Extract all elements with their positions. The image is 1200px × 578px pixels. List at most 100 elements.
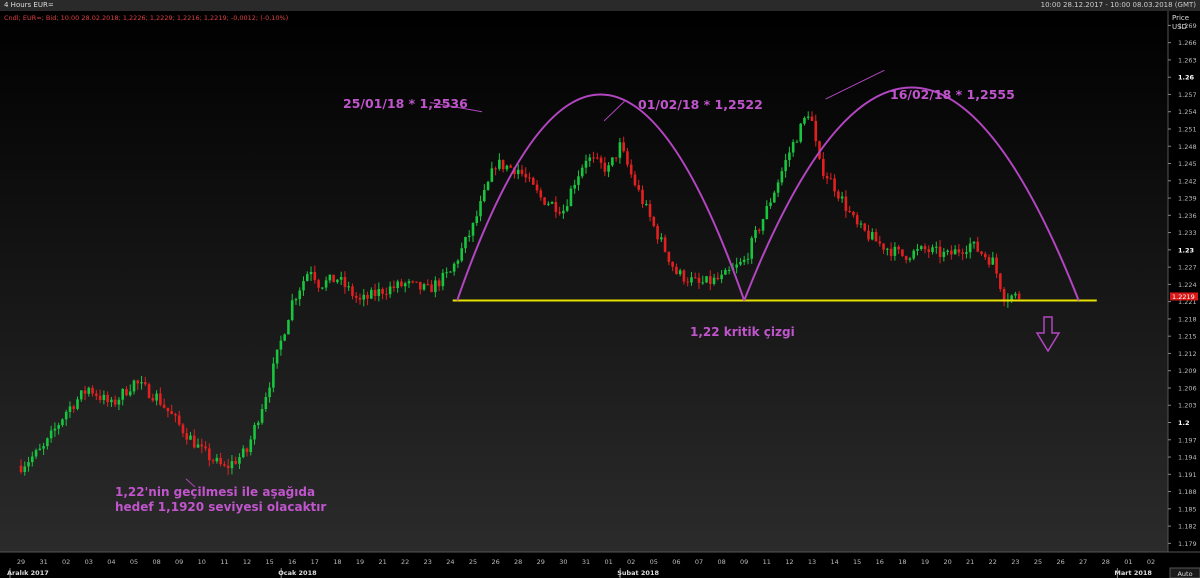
candle-body (897, 246, 900, 250)
price-tick-label: 1.215 (1178, 333, 1197, 341)
candle-body (678, 270, 682, 275)
candle-body (268, 387, 271, 398)
day-tick-label: 01 (1124, 558, 1132, 566)
candle-body (746, 258, 750, 260)
price-tick-label: 1.179 (1178, 540, 1197, 548)
candle-body (599, 157, 603, 163)
candle-body (882, 243, 885, 250)
day-tick-label: 14 (830, 558, 838, 566)
candle-body (418, 281, 422, 290)
candle-body (336, 279, 339, 283)
day-tick-label: 22 (401, 558, 409, 566)
candle-body (275, 349, 279, 364)
window-title: 4 Hours EUR= (4, 1, 54, 9)
candle-body (471, 222, 475, 236)
candle-body (377, 289, 381, 296)
price-tick-label: 1.2 (1178, 419, 1190, 427)
candle-body (486, 181, 490, 191)
candle-body (110, 399, 113, 403)
candle-body (411, 281, 415, 283)
price-tick-label: 1.224 (1178, 281, 1197, 289)
candle-body (177, 415, 181, 425)
candle-body (498, 159, 501, 169)
candle-body (874, 232, 878, 242)
candle-body (980, 251, 983, 254)
candle-body (241, 448, 245, 458)
annotation-top-1: 25/01/18 * 1,2536 (343, 96, 468, 111)
candle-body (385, 293, 388, 295)
candle-body (347, 286, 350, 288)
candle-body (901, 249, 904, 257)
candle-body (603, 162, 607, 172)
candle-body (366, 294, 369, 299)
candle-body (709, 276, 712, 284)
candle-body (392, 286, 396, 288)
candle-body (223, 464, 226, 466)
candle-body (42, 446, 45, 449)
candle-body (539, 190, 543, 198)
candle-body (38, 448, 42, 451)
day-tick-label: 09 (175, 558, 183, 566)
candle-body (686, 281, 689, 283)
annotation-critical-line: 1,22 kritik çizgi (690, 325, 795, 339)
price-tick-label: 1.182 (1178, 523, 1197, 531)
candle-body (61, 419, 64, 426)
candle-body (441, 272, 445, 287)
day-tick-label: 02 (62, 558, 70, 566)
candle-body (140, 382, 143, 384)
candle-body (524, 173, 528, 178)
candle-body (531, 177, 535, 185)
candle-body (626, 151, 629, 165)
candle-body (362, 294, 366, 300)
day-tick-label: 01 (604, 558, 612, 566)
candle-body (840, 196, 844, 199)
day-tick-label: 02 (627, 558, 635, 566)
candle-body (407, 281, 411, 284)
candle-body (935, 246, 938, 248)
candle-body (467, 235, 471, 238)
day-tick-label: 24 (446, 558, 454, 566)
day-tick-label: 05 (650, 558, 658, 566)
candle-body (784, 160, 787, 172)
candle-body (870, 232, 874, 240)
month-label: Ocak 2018 (278, 569, 317, 577)
candle-body (449, 271, 452, 273)
candle-body (701, 282, 705, 284)
candle-body (483, 190, 486, 202)
day-tick-label: 18 (898, 558, 906, 566)
candlestick-chart[interactable]: Cndl; EUR=; Bid; 10:00 28.02.2018; 1,222… (0, 11, 1200, 578)
candle-body (1014, 293, 1017, 296)
day-tick-label: 20 (943, 558, 951, 566)
candle-body (867, 230, 870, 240)
last-price-label: 1.2219 (1172, 293, 1195, 301)
candle-body (757, 229, 761, 231)
candle-body (991, 257, 995, 265)
candle-body (705, 276, 708, 283)
candle-body (919, 246, 923, 250)
candle-body (509, 165, 512, 168)
candle-body (144, 382, 147, 385)
candle-body (298, 290, 302, 300)
day-tick-label: 22 (989, 558, 997, 566)
candle-body (976, 241, 980, 252)
candle-body (859, 223, 863, 225)
candle-body (825, 175, 829, 179)
candle-body (584, 160, 588, 168)
price-tick-label: 1.227 (1178, 264, 1197, 272)
candle-body (607, 165, 610, 172)
candle-body (151, 398, 155, 401)
candle-body (373, 289, 377, 296)
day-tick-label: 05 (130, 558, 138, 566)
candle-body (196, 444, 200, 448)
price-tick-label: 1.242 (1178, 177, 1197, 185)
candle-body (162, 404, 166, 408)
price-tick-label: 1.266 (1178, 39, 1197, 47)
candle-body (343, 277, 347, 288)
candle-body (204, 446, 207, 449)
candle-body (121, 388, 124, 400)
candle-body (475, 216, 479, 223)
candle-body (550, 202, 554, 204)
candle-body (810, 116, 814, 121)
auto-button-label: Auto (1177, 570, 1192, 578)
candle-body (132, 380, 136, 392)
